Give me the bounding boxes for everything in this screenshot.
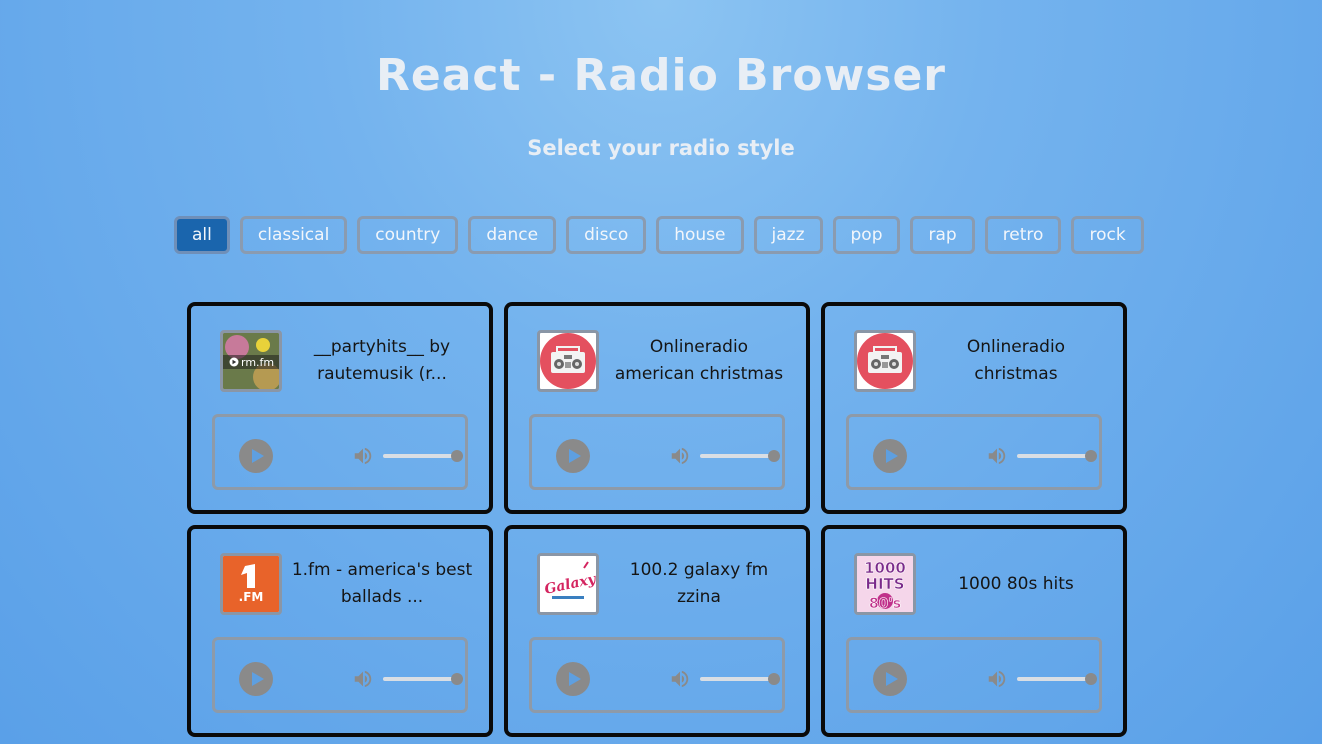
station-logo: .FM (220, 553, 282, 615)
station-logo (854, 330, 916, 392)
volume-slider[interactable] (1017, 446, 1097, 466)
play-button[interactable] (239, 662, 273, 696)
volume-slider-thumb[interactable] (451, 673, 463, 685)
station-grid: rm.fm __partyhits__ by rautemusik (r... On… (187, 302, 1127, 737)
filter-button-retro[interactable]: retro (984, 216, 1062, 254)
filter-button-pop[interactable]: pop (832, 216, 901, 254)
audio-player (212, 637, 468, 713)
filter-button-house[interactable]: house (656, 216, 744, 254)
volume-slider-track (700, 454, 774, 458)
volume-icon[interactable] (669, 445, 691, 467)
page-title: React - Radio Browser (376, 50, 946, 101)
filter-button-dance[interactable]: dance (468, 216, 557, 254)
filter-button-disco[interactable]: disco (566, 216, 647, 254)
volume-slider-thumb[interactable] (1085, 673, 1097, 685)
station-logo (537, 330, 599, 392)
play-button[interactable] (873, 439, 907, 473)
audio-player (212, 414, 468, 490)
hits-word-text: HITS (865, 575, 904, 593)
volume-slider-thumb[interactable] (1085, 450, 1097, 462)
boombox-icon (540, 333, 596, 389)
volume-icon[interactable] (352, 668, 374, 690)
volume-slider-thumb[interactable] (451, 450, 463, 462)
station-logo: 1000 HITS 80's (854, 553, 916, 615)
filter-button-country[interactable]: country (357, 216, 459, 254)
filter-button-all[interactable]: all (174, 216, 230, 254)
station-card: rm.fm __partyhits__ by rautemusik (r... (187, 302, 493, 514)
1fm-logo-text: .FM (239, 590, 264, 604)
station-name: Onlineradio american christmas (614, 337, 784, 384)
station-name: 1000 80s hits (958, 573, 1074, 594)
volume-icon[interactable] (669, 668, 691, 690)
audio-player (529, 637, 785, 713)
play-button[interactable] (873, 662, 907, 696)
station-logo: Galaxy (537, 553, 599, 615)
1fm-logo: .FM (223, 556, 279, 612)
volume-slider-thumb[interactable] (768, 450, 780, 462)
volume-slider[interactable] (1017, 669, 1097, 689)
filter-button-classical[interactable]: classical (239, 216, 348, 254)
station-logo: rm.fm (220, 330, 282, 392)
volume-slider-track (700, 677, 774, 681)
station-card: Onlineradio american christmas (504, 302, 810, 514)
volume-slider-thumb[interactable] (768, 673, 780, 685)
volume-slider-track (1017, 454, 1091, 458)
station-name: __partyhits__ by rautemusik (r... (313, 337, 451, 384)
station-card: Galaxy 100.2 galaxy fm zzina (504, 525, 810, 737)
audio-player (529, 414, 785, 490)
play-button[interactable] (239, 439, 273, 473)
volume-icon[interactable] (986, 445, 1008, 467)
station-card: .FM 1.fm - america's best ballads ... (187, 525, 493, 737)
1000-hits-80s-logo: 1000HITS80's (857, 556, 913, 612)
volume-icon[interactable] (352, 445, 374, 467)
genre-filter-bar: all classical country dance disco house jazz po… (174, 216, 1144, 254)
station-name: 1.fm - america's best ballads ... (291, 560, 473, 607)
volume-icon[interactable] (986, 668, 1008, 690)
rm-fm-logo: rm.fm (223, 333, 279, 389)
volume-slider-track (1017, 677, 1091, 681)
station-name: 100.2 galaxy fm zzina (629, 560, 769, 607)
volume-slider[interactable] (700, 669, 780, 689)
boombox-icon (857, 333, 913, 389)
station-card: Onlineradio christmas (821, 302, 1127, 514)
audio-player (846, 414, 1102, 490)
volume-slider[interactable] (700, 446, 780, 466)
filter-button-rock[interactable]: rock (1071, 216, 1144, 254)
filter-button-jazz[interactable]: jazz (753, 216, 823, 254)
volume-slider-track (383, 454, 457, 458)
station-card: 1000 HITS 80's 1000 80s hits (821, 525, 1127, 737)
rm-fm-logo-text: rm.fm (241, 356, 274, 369)
hits-80s-text: 80's (869, 596, 901, 612)
play-button[interactable] (556, 662, 590, 696)
filter-button-rap[interactable]: rap (910, 216, 975, 254)
page-subtitle: Select your radio style (527, 136, 795, 160)
volume-slider[interactable] (383, 446, 463, 466)
volume-slider[interactable] (383, 669, 463, 689)
volume-slider-track (383, 677, 457, 681)
play-button[interactable] (556, 439, 590, 473)
station-name: Onlineradio christmas (966, 337, 1066, 384)
audio-player (846, 637, 1102, 713)
galaxy-logo: Galaxy (540, 556, 596, 612)
